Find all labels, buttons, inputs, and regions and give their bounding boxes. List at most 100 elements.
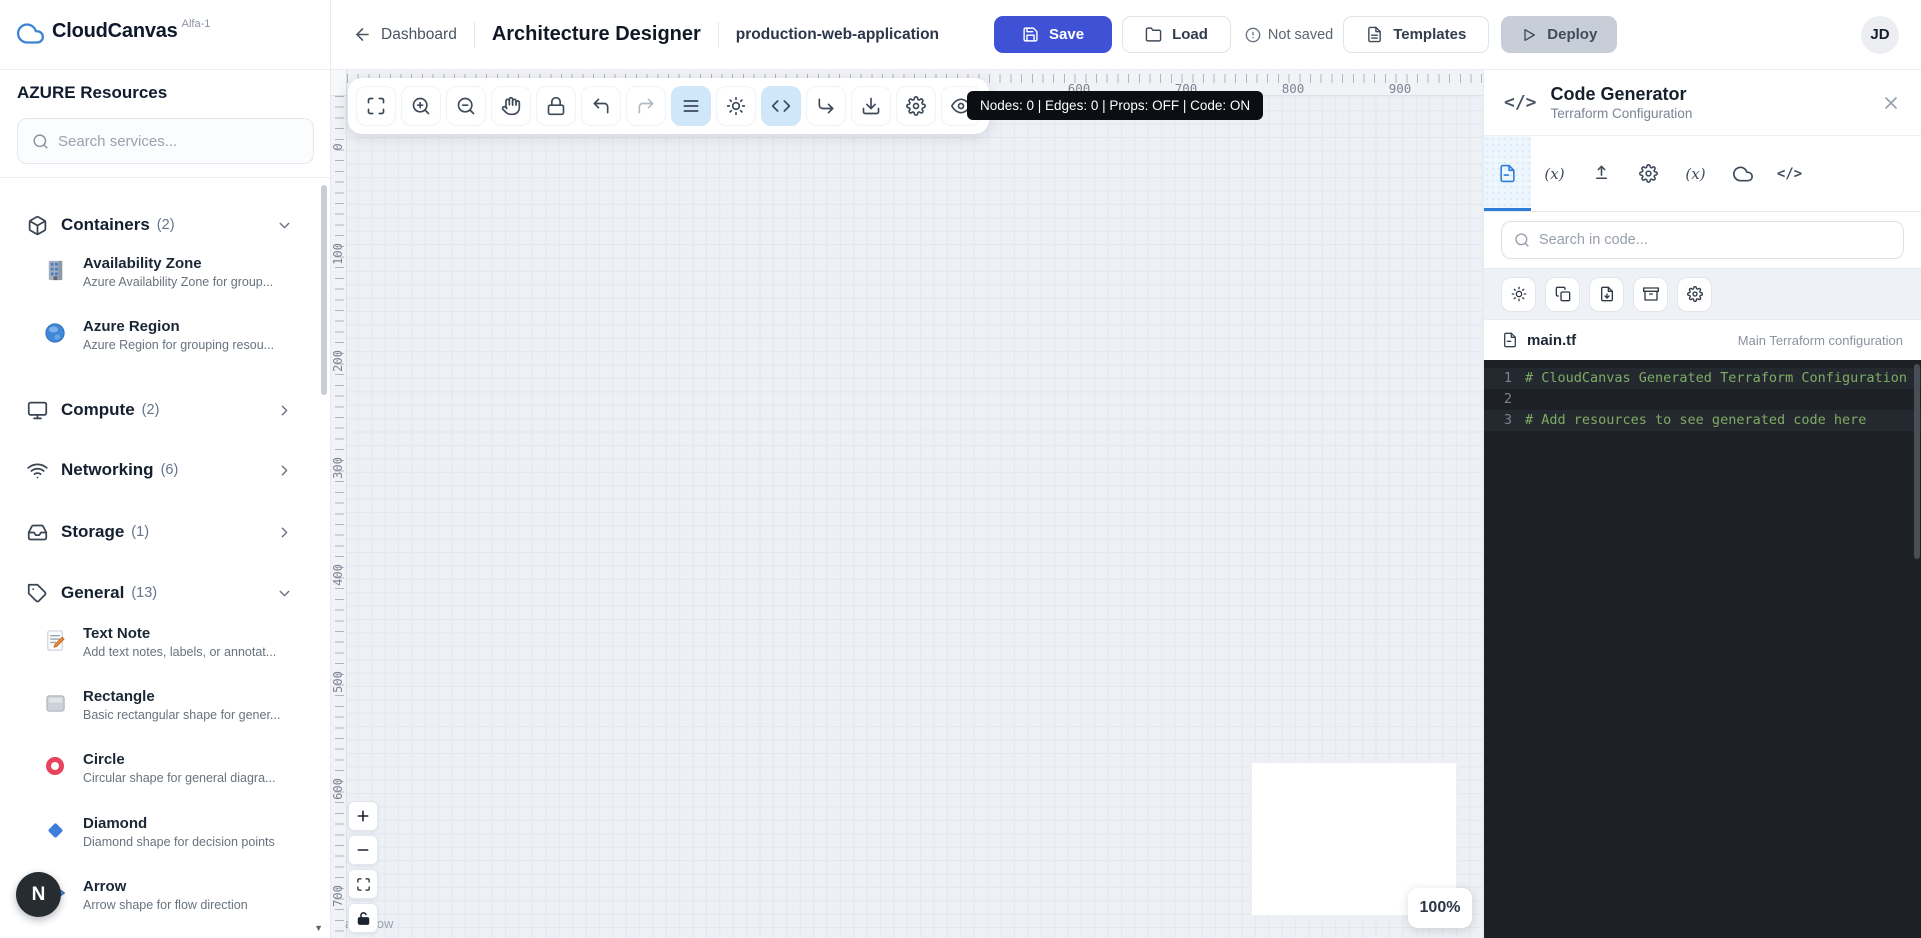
tab-functions[interactable]: (x) bbox=[1672, 136, 1719, 211]
resource-title: Arrow bbox=[83, 878, 248, 896]
redo-button[interactable] bbox=[626, 86, 666, 126]
file-row[interactable]: main.tf Main Terraform configuration bbox=[1484, 320, 1921, 360]
resource-title: Availability Zone bbox=[83, 255, 273, 273]
fit-view-button[interactable] bbox=[356, 86, 396, 126]
code-toggle-button[interactable] bbox=[761, 86, 801, 126]
lock-button[interactable] bbox=[536, 86, 576, 126]
sidebar-category-storage[interactable]: Storage (1) bbox=[0, 512, 315, 552]
resource-desc: Add text notes, labels, or annotat... bbox=[83, 643, 276, 662]
service-search[interactable] bbox=[17, 118, 314, 164]
folder-icon bbox=[1145, 26, 1162, 43]
deploy-label: Deploy bbox=[1547, 26, 1597, 43]
app-version-badge: Alfa-1 bbox=[182, 18, 211, 30]
sidebar-heading: AZURE Resources bbox=[17, 83, 167, 103]
copy-button[interactable] bbox=[1545, 277, 1580, 312]
templates-label: Templates bbox=[1393, 26, 1466, 43]
ruler-label: 0 bbox=[331, 132, 345, 162]
sidebar-scrollbar[interactable] bbox=[321, 185, 327, 395]
design-canvas[interactable]: 500 600 700 800 900 0 100 200 300 400 50… bbox=[331, 70, 1483, 938]
tab-code[interactable]: </> bbox=[1766, 136, 1813, 211]
sidebar-scroll-down-arrow[interactable]: ▼ bbox=[314, 923, 323, 933]
line-number: 2 bbox=[1484, 389, 1512, 410]
panel-subtitle: Terraform Configuration bbox=[1551, 105, 1693, 122]
sidebar-category-networking[interactable]: Networking (6) bbox=[0, 450, 315, 490]
chevron-down-icon bbox=[276, 217, 293, 234]
line-text: # CloudCanvas Generated Terraform Config… bbox=[1525, 368, 1907, 389]
code-line: 3 # Add resources to see generated code … bbox=[1484, 410, 1921, 431]
archive-button[interactable] bbox=[1633, 277, 1668, 312]
zoom-out-control[interactable] bbox=[348, 835, 378, 865]
floating-n-badge[interactable]: N bbox=[16, 872, 61, 917]
pan-hand-button[interactable] bbox=[491, 86, 531, 126]
cloud-logo-icon bbox=[17, 20, 44, 47]
tab-file[interactable] bbox=[1484, 136, 1531, 211]
ruler-corner bbox=[331, 70, 347, 96]
resource-title: Text Note bbox=[83, 625, 276, 643]
category-name: Compute bbox=[61, 400, 135, 420]
close-icon[interactable] bbox=[1881, 93, 1901, 113]
code-generator-panel: </> Code Generator Terraform Configurati… bbox=[1483, 70, 1921, 938]
category-count: (13) bbox=[131, 585, 157, 601]
code-scrollbar[interactable] bbox=[1914, 364, 1920, 559]
resource-item-circle[interactable]: Circle Circular shape for general diagra… bbox=[0, 751, 318, 788]
resource-item-availability-zone[interactable]: Availability Zone Azure Availability Zon… bbox=[0, 255, 318, 292]
category-count: (2) bbox=[157, 217, 175, 233]
save-button[interactable]: Save bbox=[994, 16, 1112, 53]
tab-settings[interactable] bbox=[1625, 136, 1672, 211]
tab-upload[interactable] bbox=[1578, 136, 1625, 211]
ruler-label: 500 bbox=[331, 667, 345, 697]
load-button[interactable]: Load bbox=[1122, 16, 1231, 53]
resource-desc: Azure Region for grouping resou... bbox=[83, 336, 274, 355]
download-file-button[interactable] bbox=[1589, 277, 1624, 312]
sidebar-divider bbox=[0, 177, 330, 178]
templates-button[interactable]: Templates bbox=[1343, 16, 1489, 53]
code-line: 1 # CloudCanvas Generated Terraform Conf… bbox=[1484, 368, 1921, 389]
zoom-in-button[interactable] bbox=[401, 86, 441, 126]
fit-view-control[interactable] bbox=[348, 869, 378, 899]
sidebar-category-general[interactable]: General (13) bbox=[0, 573, 315, 613]
top-toolbar: Dashboard Architecture Designer producti… bbox=[331, 0, 1921, 70]
play-icon bbox=[1521, 27, 1537, 43]
settings-gear-button[interactable] bbox=[1677, 277, 1712, 312]
theme-sun-button[interactable] bbox=[1501, 277, 1536, 312]
resource-item-diamond[interactable]: Diamond Diamond shape for decision point… bbox=[0, 815, 318, 852]
memo-icon bbox=[42, 627, 68, 653]
line-number: 3 bbox=[1484, 410, 1512, 431]
chevron-right-icon bbox=[276, 402, 293, 419]
ruler-label: 200 bbox=[331, 346, 345, 376]
sidebar-category-containers[interactable]: Containers (2) bbox=[0, 205, 315, 245]
resource-item-text-note[interactable]: Text Note Add text notes, labels, or ann… bbox=[0, 625, 318, 662]
download-button[interactable] bbox=[851, 86, 891, 126]
code-search-input[interactable] bbox=[1539, 232, 1891, 248]
back-to-dashboard-button[interactable]: Dashboard bbox=[353, 25, 457, 44]
settings-gear-button[interactable] bbox=[896, 86, 936, 126]
category-name: Containers bbox=[61, 215, 150, 235]
zoom-in-control[interactable] bbox=[348, 801, 378, 831]
sun-gear-button[interactable] bbox=[716, 86, 756, 126]
panel-tabs: (x) (x) </> bbox=[1484, 136, 1921, 212]
project-name: production-web-application bbox=[736, 26, 939, 44]
service-search-input[interactable] bbox=[58, 133, 299, 150]
code-actions-bar bbox=[1484, 268, 1921, 320]
chevron-right-icon bbox=[276, 462, 293, 479]
resource-item-rectangle[interactable]: Rectangle Basic rectangular shape for ge… bbox=[0, 688, 318, 725]
user-avatar[interactable]: JD bbox=[1861, 16, 1899, 54]
code-search[interactable] bbox=[1501, 221, 1904, 259]
zoom-out-button[interactable] bbox=[446, 86, 486, 126]
undo-button[interactable] bbox=[581, 86, 621, 126]
ruler-label: 400 bbox=[331, 560, 345, 590]
sidebar-category-compute[interactable]: Compute (2) bbox=[0, 390, 315, 430]
arrow-left-icon bbox=[353, 25, 372, 44]
resource-item-azure-region[interactable]: Azure Region Azure Region for grouping r… bbox=[0, 318, 318, 355]
canvas-zoom-controls bbox=[348, 801, 378, 933]
tab-cloud[interactable] bbox=[1719, 136, 1766, 211]
deploy-button[interactable]: Deploy bbox=[1501, 16, 1617, 53]
code-search-wrap bbox=[1484, 212, 1921, 268]
tab-variables[interactable]: (x) bbox=[1531, 136, 1578, 211]
resource-desc: Circular shape for general diagra... bbox=[83, 769, 275, 788]
building-icon bbox=[42, 257, 68, 283]
unlock-control[interactable] bbox=[348, 903, 378, 933]
menu-toggle-button[interactable] bbox=[671, 86, 711, 126]
alert-circle-icon bbox=[1245, 27, 1261, 43]
corner-arrow-button[interactable] bbox=[806, 86, 846, 126]
